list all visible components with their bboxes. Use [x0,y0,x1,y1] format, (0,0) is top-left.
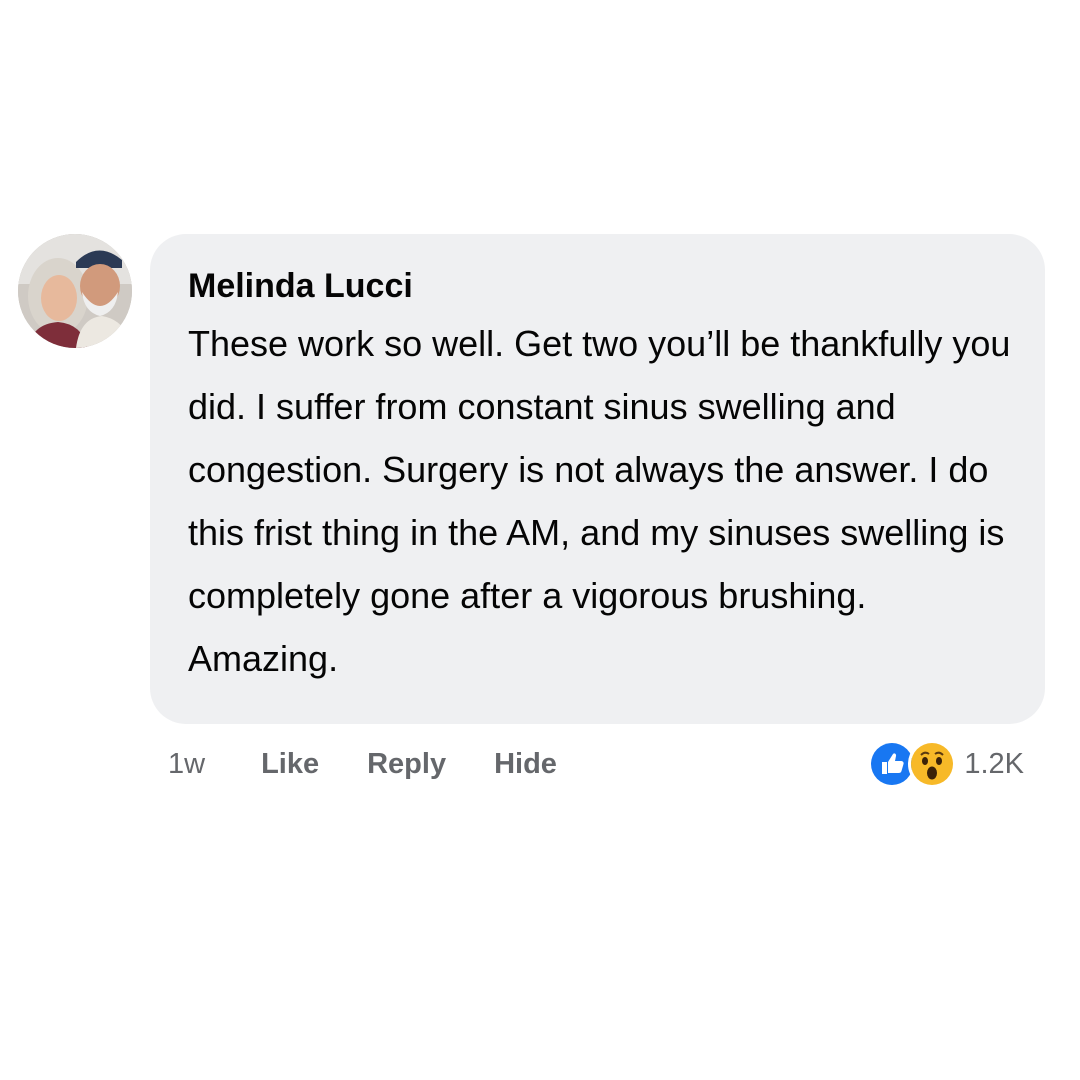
reaction-count: 1.2K [964,747,1024,780]
comment-bubble: Melinda Lucci These work so well. Get tw… [150,234,1045,724]
comment-card: Melinda Lucci These work so well. Get tw… [0,0,1080,1080]
comment-timestamp[interactable]: 1w [168,748,205,781]
reply-button[interactable]: Reply [367,748,446,781]
hide-button[interactable]: Hide [494,748,557,781]
like-button[interactable]: Like [261,748,319,781]
wow-reaction-icon [908,740,957,788]
avatar-photo [18,234,132,348]
avatar[interactable] [18,234,132,348]
reaction-summary[interactable]: 1.2K [868,740,1024,788]
comment-author[interactable]: Melinda Lucci [188,266,1015,306]
comment-actions: 1w Like Reply Hide [168,744,605,784]
comment-text: These work so well. Get two you’ll be th… [188,323,1011,679]
